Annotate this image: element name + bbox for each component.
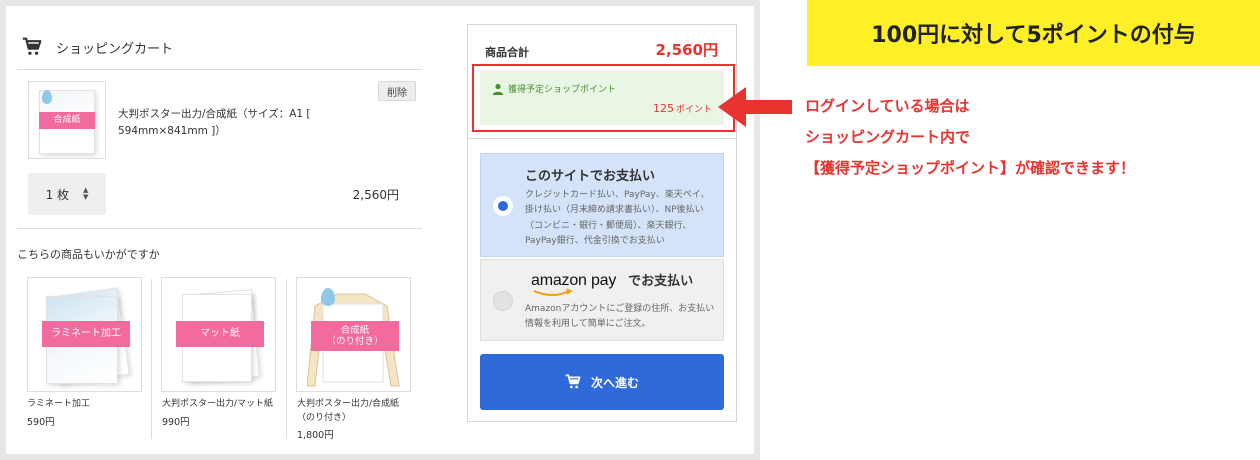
cart-item-thumbnail[interactable]: 合成紙 bbox=[28, 81, 106, 159]
delete-button[interactable]: 削除 bbox=[378, 81, 416, 101]
radio-selected-icon[interactable] bbox=[493, 196, 513, 216]
cart-item-price: 2,560円 bbox=[352, 188, 399, 202]
payment-amazon-description: Amazonアカウントにご登録の住所、お支払い情報を利用して簡単にご注文。 bbox=[525, 304, 715, 330]
recommend-thumbnail[interactable]: マット紙 bbox=[161, 277, 276, 392]
payment-amazon-title: でお支払い bbox=[628, 274, 694, 289]
callout-line: ログインしている場合は bbox=[805, 97, 970, 115]
callout-text: ログインしている場合は ショッピングカート内で 【獲得予定ショップポイント】が確… bbox=[805, 91, 1135, 184]
radio-unselected-icon[interactable] bbox=[493, 291, 513, 311]
next-button[interactable]: 次へ進む bbox=[480, 354, 724, 410]
recommend-label: ラミネート加工 bbox=[42, 321, 130, 347]
recommend-thumbnail[interactable]: ラミネート加工 bbox=[27, 277, 142, 392]
amazon-pay-logo: amazon pay bbox=[531, 272, 617, 296]
divider bbox=[17, 69, 422, 70]
recommend-price: 990円 bbox=[162, 417, 190, 428]
recommend-price: 1,800円 bbox=[297, 430, 334, 441]
callout-line: 【獲得予定ショップポイント】が確認できます！ bbox=[805, 159, 1136, 177]
cart-title: ショッピングカート bbox=[56, 41, 174, 57]
recommend-name[interactable]: ラミネート加工 bbox=[27, 398, 142, 412]
quantity-value: 1 枚 bbox=[45, 187, 70, 202]
subtotal-label: 商品合計 bbox=[485, 46, 529, 59]
recommend-label: 合成紙 （のり付き） bbox=[311, 321, 399, 351]
cart-icon bbox=[22, 37, 42, 55]
callout-line: ショッピングカート内で bbox=[805, 128, 971, 146]
next-label: 次へ進む bbox=[590, 375, 639, 390]
sort-arrows-icon: ▲ ▼ bbox=[83, 186, 89, 201]
divider bbox=[468, 138, 736, 139]
cart-header: ショッピングカート bbox=[22, 34, 173, 60]
amazon-pay-logo-text: amazon pay bbox=[531, 272, 617, 289]
recommend-title: こちらの商品もいかがですか bbox=[17, 248, 160, 261]
amazon-smile-icon bbox=[533, 289, 573, 296]
subtotal-value: 2,560円 bbox=[655, 41, 718, 59]
water-drop-icon bbox=[321, 288, 335, 306]
arrow-left-icon bbox=[718, 87, 792, 127]
payment-option-amazon[interactable]: amazon pay でお支払い Amazonアカウントにご登録の住所、お支払い… bbox=[480, 259, 724, 341]
payment-site-description: クレジットカード払い、PayPay、楽天ペイ、掛け払い（月末締め請求書払い）、N… bbox=[525, 190, 710, 246]
divider bbox=[151, 279, 152, 439]
title-banner: 100円に対して5ポイントの付与 bbox=[807, 0, 1260, 66]
recommend-label: マット紙 bbox=[176, 321, 264, 347]
payment-option-site[interactable]: このサイトでお支払い クレジットカード払い、PayPay、楽天ペイ、掛け払い（月… bbox=[480, 153, 724, 257]
recommend-name[interactable]: 大判ポスター出力/合成紙（のり付き） bbox=[297, 398, 412, 425]
cart-icon bbox=[565, 374, 581, 389]
quantity-select[interactable]: 1 枚 ▲ ▼ bbox=[28, 173, 106, 215]
recommend-name[interactable]: 大判ポスター出力/マット紙 bbox=[162, 398, 282, 412]
recommend-price: 590円 bbox=[27, 417, 55, 428]
amazon-pay-row: amazon pay でお支払い bbox=[531, 270, 694, 296]
highlight-box bbox=[472, 64, 735, 132]
thumb-label: 合成紙 bbox=[39, 112, 95, 129]
divider bbox=[286, 279, 287, 439]
payment-site-title: このサイトでお支払い bbox=[525, 169, 656, 184]
divider bbox=[17, 228, 422, 229]
water-drop-icon bbox=[42, 90, 52, 104]
cart-item-name[interactable]: 大判ポスター出力/合成紙（サイズ：A1 [ 594mm×841mm ]） bbox=[118, 106, 388, 140]
recommend-thumbnail[interactable]: 合成紙 （のり付き） bbox=[296, 277, 411, 392]
